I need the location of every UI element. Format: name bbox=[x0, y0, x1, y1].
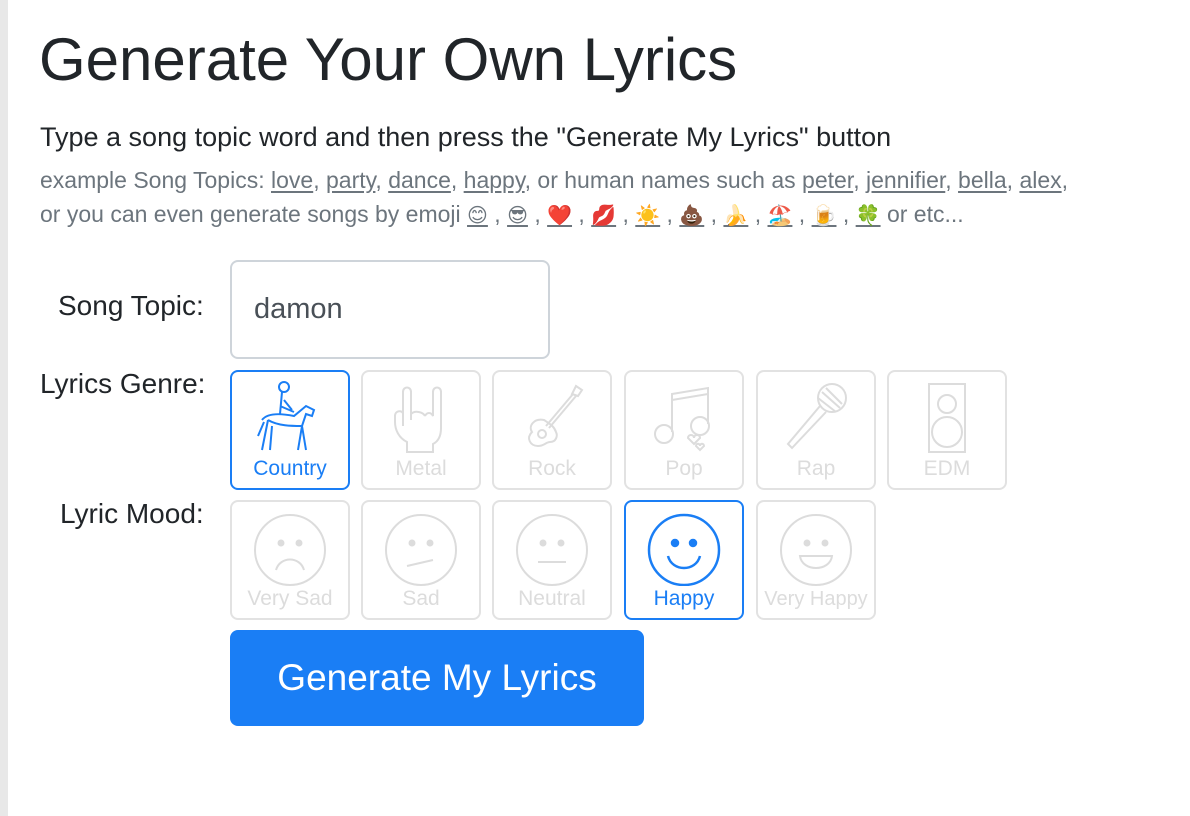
name-link-bella[interactable]: bella bbox=[958, 167, 1007, 193]
emoji-link-beer[interactable]: 🍺 bbox=[812, 203, 837, 227]
example-topics: example Song Topics: love, party, dance,… bbox=[40, 167, 1069, 227]
happy-face-icon bbox=[647, 513, 721, 586]
instruction-text: Type a song topic word and then press th… bbox=[40, 122, 892, 152]
name-link-peter[interactable]: peter bbox=[802, 167, 853, 193]
mood-label-very-happy: Very Happy bbox=[764, 588, 868, 610]
genre-option-country[interactable]: Country bbox=[230, 370, 350, 490]
horse-rider-icon bbox=[257, 381, 316, 451]
genre-label-pop: Pop bbox=[665, 457, 703, 480]
mood-option-very-sad[interactable]: Very Sad bbox=[230, 500, 350, 620]
sad-face-icon bbox=[385, 514, 457, 586]
very-happy-face-icon bbox=[780, 514, 852, 586]
rock-hand-icon bbox=[394, 386, 442, 453]
examples-prefix: example Song Topics: bbox=[40, 167, 271, 193]
mood-label-happy: Happy bbox=[653, 587, 715, 610]
generate-lyrics-button[interactable]: Generate My Lyrics bbox=[230, 630, 644, 726]
mood-option-sad[interactable]: Sad bbox=[361, 500, 481, 620]
genre-option-pop[interactable]: Pop bbox=[624, 370, 744, 490]
emoji-link-sunglasses[interactable]: 😎 bbox=[507, 203, 528, 227]
name-link-jennifier[interactable]: jennifier bbox=[866, 167, 945, 193]
name-link-alex[interactable]: alex bbox=[1019, 167, 1061, 193]
emoji-link-smile[interactable]: 😊 bbox=[467, 203, 488, 227]
topic-input[interactable] bbox=[230, 260, 550, 359]
genre-option-edm[interactable]: EDM bbox=[887, 370, 1007, 490]
emoji-link-poop[interactable]: 💩 bbox=[679, 203, 704, 227]
genre-label-country: Country bbox=[253, 457, 327, 480]
topic-link-happy[interactable]: happy bbox=[464, 167, 525, 193]
electric-guitar-icon bbox=[528, 384, 584, 448]
emoji-link-clover[interactable]: 🍀 bbox=[856, 203, 881, 227]
topic-link-dance[interactable]: dance bbox=[388, 167, 451, 193]
mood-label: Lyric Mood: bbox=[60, 498, 204, 529]
mood-label-neutral: Neutral bbox=[518, 587, 586, 610]
genre-label: Lyrics Genre: bbox=[40, 368, 206, 399]
emoji-link-banana[interactable]: 🍌 bbox=[723, 203, 748, 227]
mood-option-happy[interactable]: Happy bbox=[624, 500, 744, 620]
speaker-icon bbox=[928, 383, 966, 453]
very-sad-face-icon bbox=[254, 514, 326, 586]
emoji-link-beach[interactable]: 🏖️ bbox=[768, 203, 793, 227]
genre-label-metal: Metal bbox=[395, 457, 447, 480]
emoji-link-sun[interactable]: ☀️ bbox=[635, 203, 660, 227]
genre-option-rap[interactable]: Rap bbox=[756, 370, 876, 490]
page-title: Generate Your Own Lyrics bbox=[39, 26, 738, 93]
left-edge-strip bbox=[0, 0, 8, 816]
emoji-link-kiss[interactable]: 💋 bbox=[591, 203, 616, 227]
neutral-face-icon bbox=[516, 514, 588, 586]
topic-label: Song Topic: bbox=[58, 290, 204, 321]
genre-label-rap: Rap bbox=[796, 457, 836, 480]
mood-label-sad: Sad bbox=[402, 587, 440, 610]
topic-link-love[interactable]: love bbox=[271, 167, 313, 193]
microphone-icon bbox=[786, 383, 847, 450]
music-notes-hearts-icon bbox=[654, 386, 710, 452]
names-prefix: , or human names such as bbox=[524, 167, 803, 193]
emoji-link-heart[interactable]: ❤️ bbox=[547, 203, 572, 227]
mood-option-neutral[interactable]: Neutral bbox=[492, 500, 612, 620]
genre-option-metal[interactable]: Metal bbox=[361, 370, 481, 490]
mood-label-very-sad: Very Sad bbox=[247, 587, 333, 610]
emoji-suffix: or etc... bbox=[880, 201, 964, 227]
mood-option-very-happy[interactable]: Very Happy bbox=[756, 500, 876, 620]
genre-option-rock[interactable]: Rock bbox=[492, 370, 612, 490]
genre-label-rock: Rock bbox=[528, 457, 576, 480]
emoji-prefix: or you can even generate songs by emoji bbox=[40, 201, 468, 227]
topic-link-party[interactable]: party bbox=[326, 167, 375, 193]
genre-label-edm: EDM bbox=[923, 457, 971, 480]
